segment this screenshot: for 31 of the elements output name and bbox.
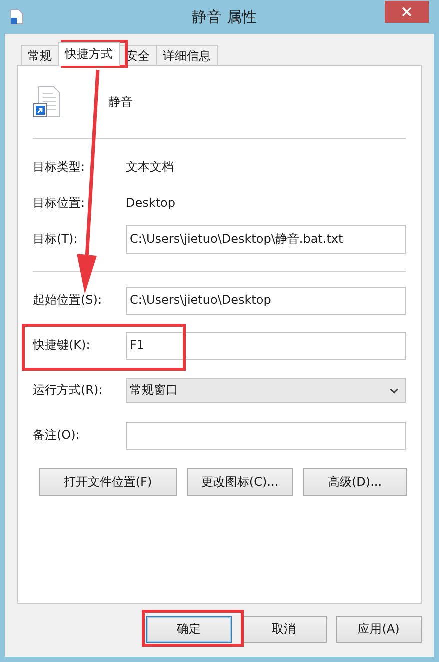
field-label: 目标类型: — [33, 158, 86, 176]
field-label: 运行方式(R): — [33, 382, 104, 399]
input-field[interactable]: C:\Users\jietuo\Desktop — [126, 286, 406, 314]
dropdown[interactable]: 常规窗口 — [126, 378, 406, 403]
window-title: 静音 属性 — [191, 8, 258, 26]
tab[interactable]: 详细信息 — [156, 45, 218, 66]
field-value: 文本文档 — [126, 158, 174, 176]
highlight-frame — [61, 40, 128, 68]
action-button[interactable]: 更改图标(C)... — [187, 468, 293, 496]
field-label: 目标(T): — [33, 230, 79, 248]
dialog-button[interactable]: 确定 — [146, 616, 232, 643]
dialog-button[interactable]: 应用(A) — [336, 616, 422, 643]
field-label: 起始位置(S): — [33, 292, 104, 309]
field-value: Desktop — [126, 196, 176, 210]
file-shortcut-icon — [33, 86, 61, 118]
input-field[interactable] — [126, 422, 406, 450]
close-button[interactable] — [385, 1, 429, 23]
file-shortcut-icon — [10, 9, 24, 25]
shortcut-name: 静音 — [109, 94, 133, 110]
field-label: 备注(O): — [33, 427, 81, 444]
close-icon — [402, 7, 412, 17]
chevron-down-icon — [390, 388, 399, 394]
input-field[interactable]: F1 — [126, 332, 406, 360]
action-button[interactable]: 打开文件位置(F) — [39, 468, 177, 496]
dialog-button[interactable]: 取消 — [241, 616, 327, 643]
field-label: 目标位置: — [33, 194, 86, 212]
field-label: 快捷键(K): — [33, 337, 92, 354]
tab[interactable]: 快捷方式 — [58, 42, 120, 66]
target-field[interactable]: C:\Users\jietuo\Desktop\静音.bat.txt — [126, 224, 406, 254]
action-button[interactable]: 高级(D)... — [303, 468, 407, 496]
tab[interactable]: 常规 — [21, 45, 59, 66]
